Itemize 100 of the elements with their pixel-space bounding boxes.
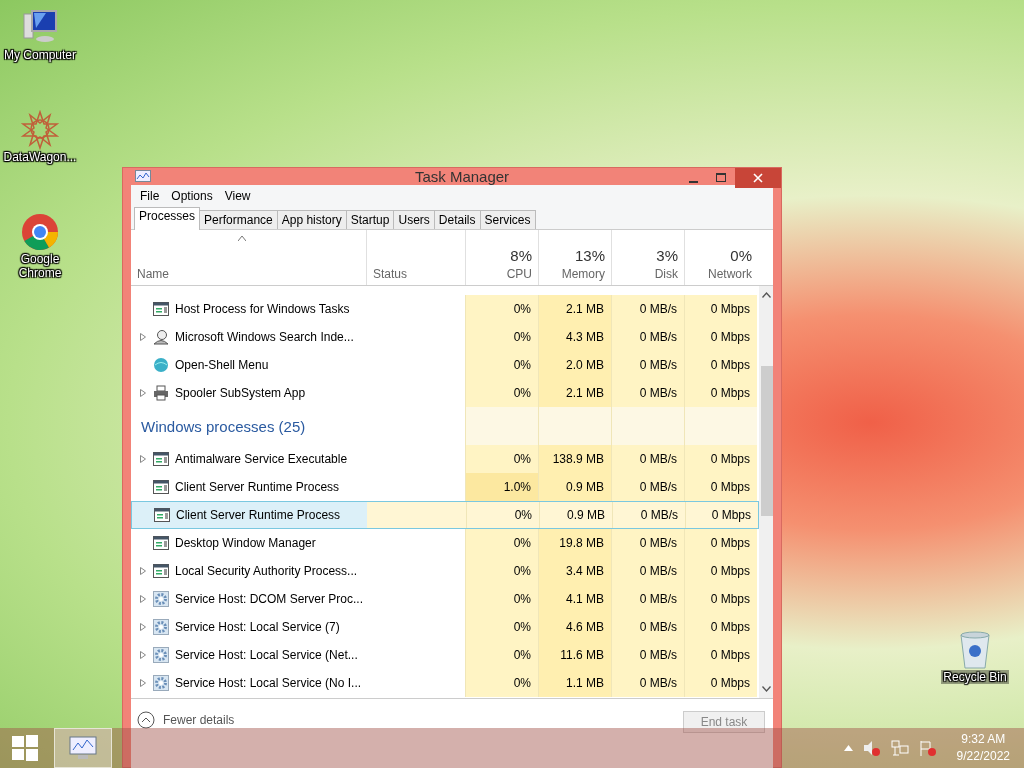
table-cell: 0% <box>466 502 539 528</box>
table-cell: 2.1 MB <box>538 379 611 407</box>
gear-icon <box>153 647 169 663</box>
table-cell: 0 Mbps <box>684 641 757 669</box>
menu-item[interactable]: Options <box>165 189 219 203</box>
tab[interactable]: Services <box>479 210 536 229</box>
process-row[interactable]: Service Host: Local Service (7) 0% 4.6 MB 0 MB/s 0 Mbps <box>131 613 759 641</box>
process-row[interactable]: Open-Shell Menu 0% 2.0 MB 0 MB/s 0 Mbps <box>131 351 759 379</box>
scrollbar-thumb[interactable] <box>761 366 773 516</box>
show-hidden-icons-arrow-icon[interactable] <box>843 745 853 751</box>
process-row[interactable]: Microsoft Windows Search Inde... 0% 4.3 MB 0 MB/s 0 Mbps <box>131 323 759 351</box>
process-row[interactable]: Client Server Runtime Process 0% 0.9 MB 0 MB/s 0 Mbps <box>131 501 759 529</box>
table-cell: 0.9 MB <box>539 502 612 528</box>
menu-item[interactable]: File <box>134 189 166 203</box>
table-cell: 0 Mbps <box>684 585 757 613</box>
column-header[interactable]: Name <box>137 267 169 281</box>
table-cell: 0 MB/s <box>611 669 684 697</box>
table-cell: 0 MB/s <box>611 557 684 585</box>
table-cell: 1.1 MB <box>538 669 611 697</box>
process-row[interactable]: Host Process for Windows Tasks 0% 2.1 MB 0 MB/s 0 Mbps <box>131 295 759 323</box>
process-name: Service Host: Local Service (7) <box>175 620 340 634</box>
expand-arrow-icon[interactable] <box>139 567 147 575</box>
column-usage-percent: 3% <box>656 247 678 264</box>
scrollbar[interactable] <box>759 286 773 698</box>
gear-icon <box>153 619 169 635</box>
table-cell: 2.0 MB <box>538 351 611 379</box>
network-icon[interactable] <box>890 740 909 756</box>
tab[interactable]: Processes <box>134 207 201 230</box>
process-row[interactable]: Local Security Authority Process... 0% 3.4 MB 0 MB/s 0 Mbps <box>131 557 759 585</box>
gear-icon <box>153 591 169 607</box>
table-cell: 0 MB/s <box>611 613 684 641</box>
expand-arrow-icon[interactable] <box>139 623 147 631</box>
process-name: Spooler SubSystem App <box>175 386 306 400</box>
tab[interactable]: Performance <box>199 210 278 229</box>
table-cell: 3.4 MB <box>538 557 611 585</box>
table-cell: 1.0% <box>465 473 538 501</box>
process-row[interactable]: Client Server Runtime Process 1.0% 0.9 MB 0 MB/s 0 Mbps <box>131 473 759 501</box>
column-header[interactable]: Network <box>708 267 752 281</box>
column-header[interactable]: Disk <box>654 267 678 281</box>
table-cell: 0 Mbps <box>684 351 757 379</box>
process-name: Desktop Window Manager <box>175 536 316 550</box>
process-row[interactable]: Antimalware Service Executable 0% 138.9 MB 0 MB/s 0 Mbps <box>131 445 759 473</box>
tab[interactable]: Users <box>393 210 435 229</box>
windows-logo-icon <box>12 735 38 761</box>
chart-monitor-icon <box>68 735 98 761</box>
star-pattern-icon <box>20 110 60 150</box>
table-cell: 0 Mbps <box>684 529 757 557</box>
table-cell: 0% <box>465 351 538 379</box>
tab[interactable]: App history <box>276 210 347 229</box>
process-row[interactable]: Spooler SubSystem App 0% 2.1 MB 0 MB/s 0 Mbps <box>131 379 759 407</box>
flag-icon[interactable] <box>918 740 937 756</box>
table-cell: 0 MB/s <box>611 379 684 407</box>
table-cell: 4.3 MB <box>538 323 611 351</box>
table-cell: 0% <box>465 669 538 697</box>
table-cell: 0% <box>465 529 538 557</box>
task-manager-taskbar-button[interactable] <box>54 728 112 768</box>
table-cell: 0% <box>465 445 538 473</box>
expand-arrow-icon[interactable] <box>139 333 147 341</box>
window-icon <box>153 479 169 495</box>
table-cell: 0% <box>465 613 538 641</box>
recycle-bin-icon <box>958 630 992 670</box>
expand-arrow-icon[interactable] <box>139 651 147 659</box>
process-row[interactable]: Service Host: Local Service (Net... 0% 11.6 MB 0 MB/s 0 Mbps <box>131 641 759 669</box>
tab[interactable]: Startup <box>345 210 395 229</box>
column-usage-percent: 0% <box>730 247 752 264</box>
tab[interactable]: Details <box>433 210 481 229</box>
process-row[interactable]: Service Host: Local Service (No I... 0% 1.1 MB 0 MB/s 0 Mbps <box>131 669 759 697</box>
column-header[interactable]: CPU <box>506 267 532 281</box>
expand-arrow-icon[interactable] <box>139 389 147 397</box>
process-name: Host Process for Windows Tasks <box>175 302 350 316</box>
table-cell: 19.8 MB <box>538 529 611 557</box>
table-cell: 0% <box>465 323 538 351</box>
column-header[interactable]: Status <box>373 267 408 281</box>
sort-caret-icon <box>238 235 246 241</box>
globe-icon <box>153 357 169 373</box>
muted-speaker-icon[interactable] <box>862 740 881 756</box>
expand-arrow-icon[interactable] <box>139 455 147 463</box>
table-cell: 0% <box>465 295 538 323</box>
table-cell: 0 Mbps <box>684 613 757 641</box>
menu-item[interactable]: View <box>218 189 257 203</box>
expand-arrow-icon[interactable] <box>139 595 147 603</box>
process-row[interactable]: Desktop Window Manager 0% 19.8 MB 0 MB/s 0 Mbps <box>131 529 759 557</box>
chrome-icon <box>20 212 60 252</box>
table-cell: 0 MB/s <box>611 529 684 557</box>
window-icon <box>153 563 169 579</box>
table-cell: 0 Mbps <box>684 295 757 323</box>
window-title: Task Manager <box>414 168 510 185</box>
process-name: Service Host: Local Service (No I... <box>175 676 362 690</box>
column-usage-percent: 13% <box>574 247 605 264</box>
clock-time: 9:32 AM <box>961 731 1006 748</box>
column-header[interactable]: Memory <box>561 267 605 281</box>
fewer-details-link[interactable]: Fewer details <box>137 711 235 729</box>
minimize-icon <box>688 181 698 183</box>
user-search-icon <box>153 329 169 345</box>
table-cell: 2.1 MB <box>538 295 611 323</box>
table-cell: 4.1 MB <box>538 585 611 613</box>
process-name: Antimalware Service Executable <box>175 452 348 466</box>
process-row[interactable]: Service Host: DCOM Server Proc... 0% 4.1 MB 0 MB/s 0 Mbps <box>131 585 759 613</box>
table-cell: 0% <box>465 585 538 613</box>
expand-arrow-icon[interactable] <box>139 679 147 687</box>
